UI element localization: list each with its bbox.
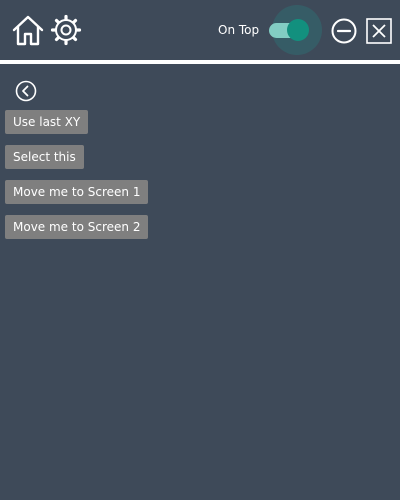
move-to-screen-2-button[interactable]: Move me to Screen 2 bbox=[5, 215, 149, 239]
on-top-toggle[interactable] bbox=[266, 5, 322, 55]
title-bar: On Top bbox=[0, 0, 400, 60]
home-icon[interactable] bbox=[11, 13, 45, 47]
close-icon[interactable] bbox=[366, 18, 392, 44]
toggle-thumb bbox=[287, 19, 309, 41]
on-top-label: On Top bbox=[218, 23, 260, 37]
move-to-screen-1-button[interactable]: Move me to Screen 1 bbox=[5, 180, 149, 204]
minus-circle-icon[interactable] bbox=[331, 18, 357, 44]
chevron-left-circle-icon[interactable] bbox=[15, 80, 37, 102]
use-last-xy-button[interactable]: Use last XY bbox=[5, 110, 89, 134]
select-this-button[interactable]: Select this bbox=[5, 145, 84, 169]
app-window: On Top Use last XY Select this Move me t… bbox=[0, 0, 400, 500]
gear-icon[interactable] bbox=[50, 14, 82, 46]
header-divider bbox=[0, 60, 400, 64]
